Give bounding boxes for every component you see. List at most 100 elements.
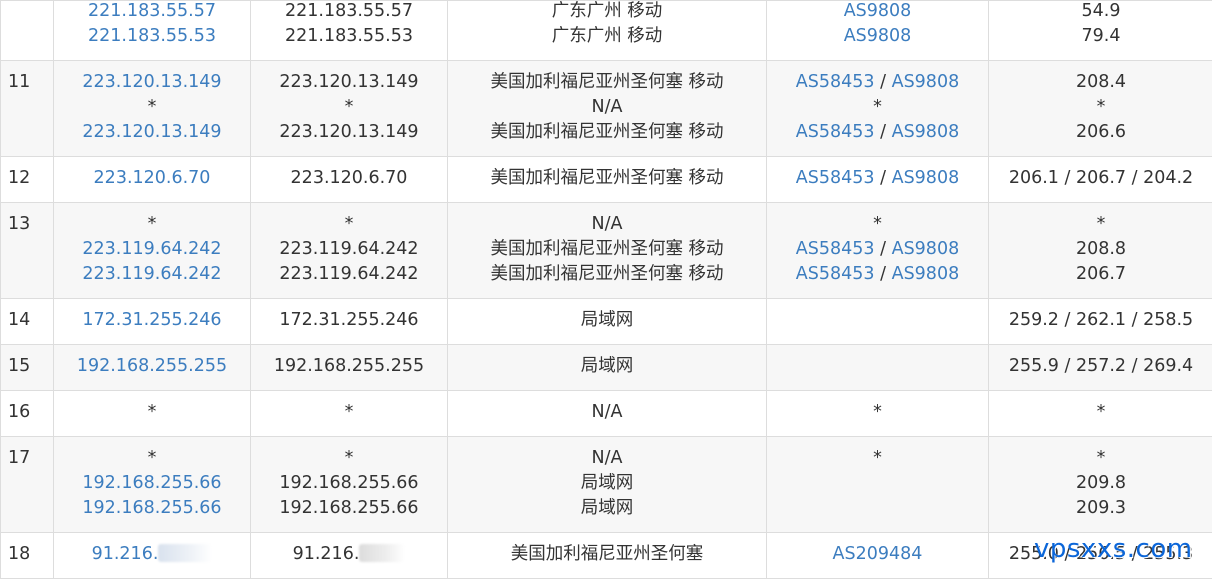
ip-link[interactable]: 223.120.6.70 [94, 168, 211, 188]
as-link[interactable]: AS9808 [892, 239, 960, 259]
ip-text: * [251, 95, 447, 120]
ip-link-cell: 91.216. [54, 533, 251, 579]
latency-text: 206.6 [989, 120, 1212, 145]
hop-number-cell: 12 [1, 157, 54, 203]
location-text: 局域网 [448, 471, 766, 496]
table-row: 14 172.31.255.246 172.31.255.246 局域网 259… [1, 299, 1212, 345]
latency-text: 206.7 [989, 262, 1212, 287]
table-row: 11 223.120.13.149 * 223.120.13.149 223.1… [1, 61, 1212, 157]
ip-link[interactable]: 223.119.64.242 [82, 264, 221, 284]
as-link[interactable]: AS58453 [796, 264, 875, 284]
ip-link[interactable]: 223.120.13.149 [82, 122, 221, 142]
latency-cell: 208.4 * 206.6 [989, 61, 1212, 157]
latency-text: 54.9 [989, 0, 1212, 24]
table-row: 221.183.55.57 221.183.55.53 221.183.55.5… [1, 1, 1212, 61]
ip-cell: 91.216. [251, 533, 448, 579]
latency-text: 255.9 / 257.2 / 269.4 [989, 345, 1212, 391]
ip-text: 223.119.64.242 [251, 237, 447, 262]
location-text: 局域网 [448, 299, 767, 345]
location-cell: 美国加利福尼亚州圣何塞 移动 N/A 美国加利福尼亚州圣何塞 移动 [448, 61, 767, 157]
location-text: 美国加利福尼亚州圣何塞 移动 [448, 237, 766, 262]
ip-text: 192.168.255.66 [251, 471, 447, 496]
ip-link[interactable]: 221.183.55.53 [88, 26, 216, 46]
location-text: 美国加利福尼亚州圣何塞 [448, 533, 767, 579]
as-placeholder: * [767, 446, 988, 471]
ip-link[interactable]: 192.168.255.66 [82, 473, 221, 493]
ip-link[interactable]: 172.31.255.246 [82, 310, 221, 330]
ip-text: * [251, 391, 448, 437]
as-cell: AS58453 / AS9808 [767, 157, 989, 203]
ip-link-cell: 221.183.55.57 221.183.55.53 [54, 1, 251, 61]
table-row: 17 * 192.168.255.66 192.168.255.66 * 192… [1, 437, 1212, 533]
table-row: 13 * 223.119.64.242 223.119.64.242 * 223… [1, 203, 1212, 299]
latency-text: 209.8 [989, 471, 1212, 496]
ip-link[interactable]: 91.216. [92, 544, 159, 564]
as-link[interactable]: AS9808 [892, 122, 960, 142]
latency-text: 259.2 / 262.1 / 258.5 [989, 299, 1212, 345]
ip-text: * [251, 212, 447, 237]
as-placeholder: * [767, 95, 988, 120]
ip-text: 223.120.6.70 [251, 157, 448, 203]
ip-link[interactable]: 223.119.64.242 [82, 239, 221, 259]
as-link[interactable]: AS9808 [892, 168, 960, 188]
location-text: 广东广州 移动 [448, 24, 766, 49]
as-cell [767, 299, 989, 345]
as-link[interactable]: AS209484 [833, 544, 923, 564]
redaction-blur [158, 544, 212, 562]
as-link[interactable]: AS9808 [844, 1, 912, 21]
ip-text: 223.120.13.149 [251, 70, 447, 95]
latency-text: 79.4 [989, 24, 1212, 49]
location-cell: 广东广州 移动 广东广州 移动 [448, 1, 767, 61]
as-cell: AS209484 [767, 533, 989, 579]
location-text: 美国加利福尼亚州圣何塞 移动 [448, 70, 766, 95]
hop-number-cell: 13 [1, 203, 54, 299]
location-text: 美国加利福尼亚州圣何塞 移动 [448, 157, 767, 203]
latency-cell: 54.9 79.4 [989, 1, 1212, 61]
latency-text: * [989, 446, 1212, 471]
location-text: 广东广州 移动 [448, 0, 766, 24]
as-placeholder: * [767, 212, 988, 237]
hop-number-cell [1, 1, 54, 61]
ip-text: 221.183.55.57 [251, 0, 447, 24]
ip-cell: * 192.168.255.66 192.168.255.66 [251, 437, 448, 533]
location-cell: N/A 局域网 局域网 [448, 437, 767, 533]
ip-link[interactable]: 223.120.13.149 [82, 72, 221, 92]
ip-link-cell: 223.120.6.70 [54, 157, 251, 203]
latency-text: 206.1 / 206.7 / 204.2 [989, 157, 1212, 203]
latency-text: * [989, 391, 1212, 437]
as-link[interactable]: AS58453 [796, 122, 875, 142]
ip-text: 172.31.255.246 [251, 299, 448, 345]
as-link[interactable]: AS58453 [796, 168, 875, 188]
ip-text: 192.168.255.66 [251, 496, 447, 521]
traceroute-table: 221.183.55.57 221.183.55.53 221.183.55.5… [0, 0, 1212, 579]
hop-number-cell: 16 [1, 391, 54, 437]
ip-link-cell: * 192.168.255.66 192.168.255.66 [54, 437, 251, 533]
as-cell: AS58453 / AS9808 * AS58453 / AS9808 [767, 61, 989, 157]
ip-link-cell: * 223.119.64.242 223.119.64.242 [54, 203, 251, 299]
as-link[interactable]: AS9808 [844, 26, 912, 46]
as-link[interactable]: AS58453 [796, 72, 875, 92]
as-cell [767, 345, 989, 391]
as-link[interactable]: AS9808 [892, 264, 960, 284]
location-text: N/A [448, 446, 766, 471]
table-row: 16 * * N/A * * [1, 391, 1212, 437]
location-text: 局域网 [448, 345, 767, 391]
location-text: 美国加利福尼亚州圣何塞 移动 [448, 262, 766, 287]
ip-link[interactable]: 192.168.255.255 [77, 356, 227, 376]
ip-link[interactable]: 192.168.255.66 [82, 498, 221, 518]
as-placeholder: * [767, 391, 989, 437]
as-cell: * [767, 437, 989, 533]
ip-cell: 221.183.55.57 221.183.55.53 [251, 1, 448, 61]
ip-link[interactable]: 221.183.55.57 [88, 1, 216, 21]
as-link[interactable]: AS58453 [796, 239, 875, 259]
ip-link-placeholder: * [54, 446, 250, 471]
table-row: 18 91.216. 91.216. 美国加利福尼亚州圣何塞 AS209484 … [1, 533, 1212, 579]
hop-number-cell: 11 [1, 61, 54, 157]
as-link[interactable]: AS9808 [892, 72, 960, 92]
latency-cell: * 208.8 206.7 [989, 203, 1212, 299]
table-row: 15 192.168.255.255 192.168.255.255 局域网 2… [1, 345, 1212, 391]
hop-number-cell: 17 [1, 437, 54, 533]
ip-cell: * 223.119.64.242 223.119.64.242 [251, 203, 448, 299]
location-text: N/A [448, 391, 767, 437]
ip-link-cell: 172.31.255.246 [54, 299, 251, 345]
